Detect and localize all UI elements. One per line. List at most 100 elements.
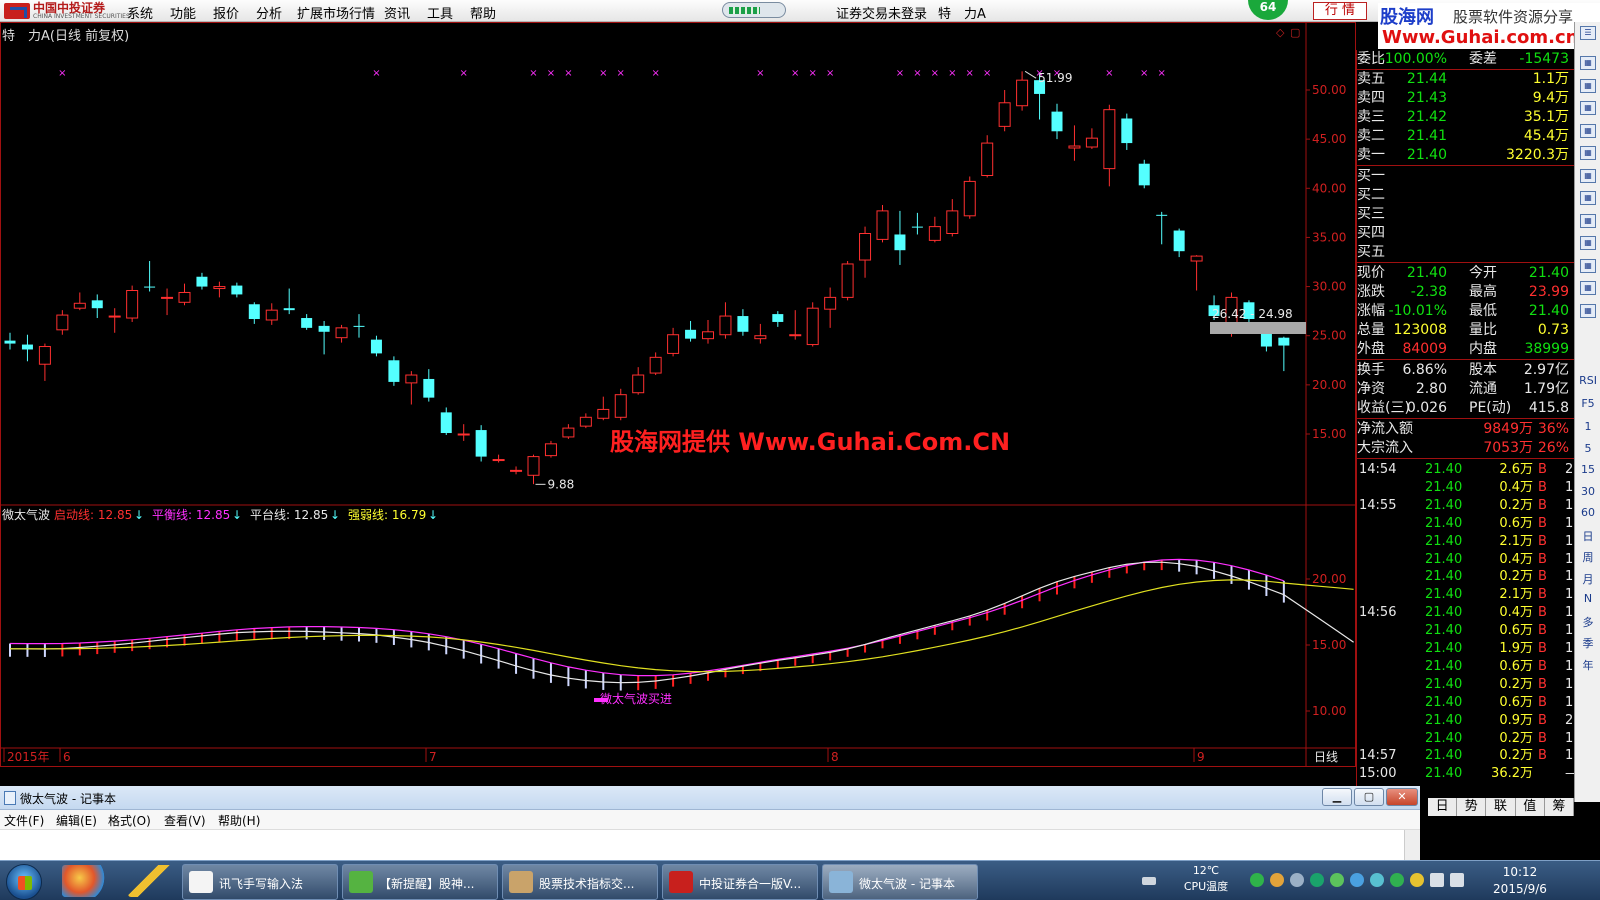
toolbar-tool-icon[interactable]: ▦ (1580, 258, 1596, 273)
tick-side: B (1538, 623, 1547, 639)
ask-level-row[interactable]: 卖三 21.42 35.1万 (1357, 108, 1575, 127)
panel-tab[interactable]: 势 (1457, 798, 1487, 816)
menu-system[interactable]: 系统 (127, 3, 153, 22)
taskbar-task[interactable]: 股票技术指标交... (502, 864, 658, 900)
watermark-banner: 股海网 股票软件资源分享 Www.Guhai.com.cn (1378, 3, 1600, 49)
menu-tools[interactable]: 工具 (427, 3, 453, 22)
notepad-menu-help[interactable]: 帮助(H) (218, 812, 260, 829)
toolbar-menu-icon[interactable]: ☰ (1580, 26, 1596, 40)
tick-row: 21.40 0.9万 B 2 (1357, 712, 1575, 730)
notepad-menu-file[interactable]: 文件(F) (4, 812, 44, 829)
toolbar-period-button[interactable]: 月 (1575, 571, 1600, 587)
toolbar-period-button[interactable]: 日 (1575, 528, 1600, 544)
toolbar-tool-icon[interactable]: ▦ (1580, 78, 1596, 93)
toolbar-period-button[interactable]: 多 (1575, 614, 1600, 630)
bid-level-row[interactable]: 买一 (1357, 167, 1575, 186)
tick-row: 21.40 0.6万 B 1 (1357, 658, 1575, 676)
tray-k-icon[interactable] (1250, 873, 1264, 887)
network-icon[interactable] (1430, 873, 1444, 887)
notepad-text-area[interactable] (0, 830, 1404, 861)
menu-quote[interactable]: 报价 (213, 3, 239, 22)
notepad-titlebar[interactable]: 微太气波 - 记事本 ▁ ▢ ✕ (0, 786, 1420, 810)
toolbar-period-button[interactable]: 30 (1575, 485, 1600, 498)
taskbar-task[interactable]: 微太气波 - 记事本 (822, 864, 978, 900)
panel-tab[interactable]: 筹 (1545, 798, 1575, 816)
candle-body (126, 290, 139, 319)
ask-level-row[interactable]: 卖四 21.43 9.4万 (1357, 89, 1575, 108)
tray-chat-icon[interactable] (1370, 873, 1384, 887)
candle-body (1085, 137, 1098, 148)
toolbar-tool-icon[interactable]: ▦ (1580, 101, 1596, 115)
menu-function[interactable]: 功能 (170, 3, 196, 22)
menu-news[interactable]: 资讯 (384, 3, 410, 22)
toolbar-period-button[interactable]: F5 (1575, 397, 1600, 410)
toolbar-period-button[interactable]: 60 (1575, 506, 1600, 519)
trade-login-status[interactable]: 证券交易未登录 (836, 3, 927, 22)
bid-level-row[interactable]: 买四 (1357, 224, 1575, 243)
toolbar-tool-icon[interactable]: ▦ (1580, 146, 1596, 160)
taskbar-task[interactable]: 中投证券合一版V... (662, 864, 818, 900)
toolbar-tool-icon[interactable]: ▦ (1580, 168, 1596, 183)
ask-volume: 1.1万 (1532, 71, 1569, 87)
pinned-app-icon[interactable] (62, 865, 106, 897)
panel-tab[interactable]: 值 (1516, 798, 1545, 816)
keyboard-icon[interactable] (1142, 877, 1156, 885)
cpu-temperature[interactable]: 12℃ CPU温度 (1176, 863, 1236, 895)
notepad-menu-format[interactable]: 格式(O) (108, 812, 151, 829)
toolbar-tool-icon[interactable]: ▦ (1580, 56, 1596, 70)
notepad-menu-view[interactable]: 查看(V) (164, 812, 206, 829)
menu-help[interactable]: 帮助 (470, 3, 496, 22)
volume-icon[interactable] (1450, 873, 1464, 887)
toolbar-tool-icon[interactable]: ▦ (1580, 281, 1596, 295)
tray-cloud-icon[interactable] (1350, 873, 1364, 887)
menu-analysis[interactable]: 分析 (256, 3, 282, 22)
tray-shield-icon[interactable] (1390, 873, 1404, 887)
toolbar-tool-icon[interactable]: ▦ (1580, 236, 1596, 250)
toolbar-period-button[interactable]: 5 (1575, 442, 1600, 455)
toolbar-period-button[interactable]: 15 (1575, 463, 1600, 476)
toolbar-period-button[interactable]: RSI (1575, 374, 1600, 387)
toolbar-tool-icon[interactable]: ▦ (1580, 303, 1596, 318)
tray-wechat-icon[interactable] (1330, 873, 1344, 887)
bid-level-row[interactable]: 买三 (1357, 205, 1575, 224)
toolbar-period-button[interactable]: 周 (1575, 549, 1600, 565)
kline-chart[interactable]: ◇ ▢ 50.00 45.00 40.00 35.00 30.00 25.00 20.00 15.… (0, 22, 1356, 802)
tick-volume: 0.6万 (1499, 515, 1533, 531)
taskbar-clock[interactable]: 10:12 2015/9/6 (1480, 864, 1560, 898)
tray-security-icon[interactable] (1410, 873, 1424, 887)
start-button[interactable] (6, 864, 42, 900)
ask-level-row[interactable]: 卖五 21.44 1.1万 (1357, 70, 1575, 89)
panel-tab[interactable]: 日 (1428, 798, 1458, 816)
ask-level-row[interactable]: 卖一 21.40 3220.3万 (1357, 146, 1575, 165)
tick-row: 14:54 21.40 2.6万 B 2 (1357, 461, 1575, 479)
signal-marker: × (58, 68, 66, 79)
toolbar-tool-icon[interactable]: ▦ (1580, 213, 1596, 228)
tray-green-icon[interactable] (1310, 873, 1324, 887)
tick-price: 21.40 (1425, 587, 1463, 603)
toolbar-period-button[interactable]: 年 (1575, 657, 1600, 673)
notepad-menu-edit[interactable]: 编辑(E) (56, 812, 97, 829)
speed-badge[interactable]: 64 (1248, 0, 1288, 20)
menu-extended-market[interactable]: 扩展市场行情 (297, 3, 375, 22)
quote-button[interactable]: 行 情 (1313, 2, 1367, 20)
close-button[interactable]: ✕ (1386, 788, 1418, 806)
toolbar-period-button[interactable]: 1 (1575, 420, 1600, 433)
toolbar-tool-icon[interactable]: ▦ (1580, 123, 1596, 138)
bid-level-row[interactable]: 买五 (1357, 243, 1575, 262)
panel-tab[interactable]: 联 (1486, 798, 1516, 816)
minimize-button[interactable]: ▁ (1322, 788, 1352, 806)
quote-stat-row: 换手 6.86% 股本 2.97亿 (1357, 361, 1575, 380)
toolbar-period-button[interactable]: N (1575, 592, 1600, 605)
taskbar-task[interactable]: 讯飞手写输入法 (182, 864, 338, 900)
pinned-brush-icon[interactable] (128, 865, 172, 897)
quote-stat-row: 涨幅 -10.01% 最低 21.40 (1357, 302, 1575, 321)
taskbar-task[interactable]: 【新提醒】股神... (342, 864, 498, 900)
toolbar-tool-icon[interactable]: ▦ (1580, 191, 1596, 205)
notepad-scrollbar[interactable] (1404, 830, 1420, 861)
tray-user-icon[interactable] (1290, 873, 1304, 887)
toolbar-period-button[interactable]: 季 (1575, 635, 1600, 651)
ask-level-row[interactable]: 卖二 21.41 45.4万 (1357, 127, 1575, 146)
tray-flag-icon[interactable] (1270, 873, 1284, 887)
bid-level-row[interactable]: 买二 (1357, 186, 1575, 205)
maximize-button[interactable]: ▢ (1354, 788, 1384, 806)
